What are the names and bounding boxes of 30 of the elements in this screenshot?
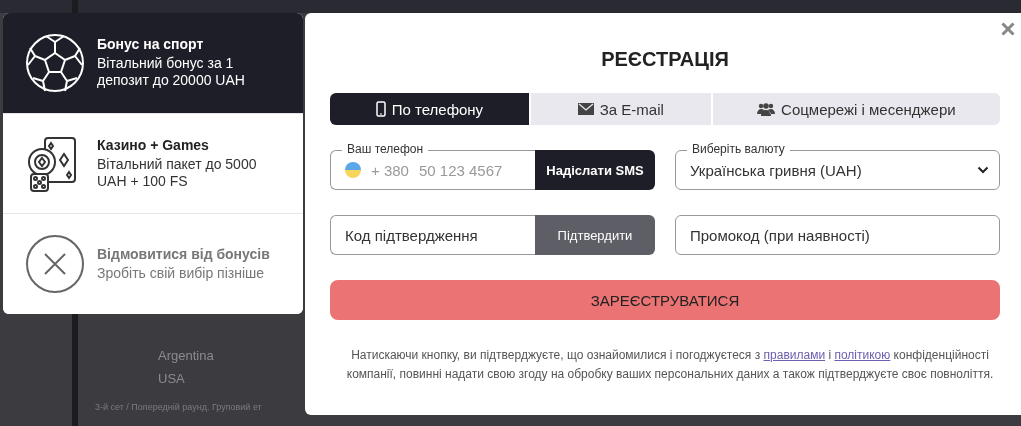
users-icon xyxy=(757,102,776,116)
promo-field[interactable]: Промокод (при наявності) xyxy=(675,215,1000,255)
policy-link[interactable]: політикою xyxy=(834,348,891,362)
close-circle-icon xyxy=(25,234,85,295)
confirm-button[interactable]: Підтвердити xyxy=(535,215,655,255)
team-name: Argentina xyxy=(158,348,214,363)
field-label: Виберіть валюту xyxy=(687,142,790,156)
consent-text: Натискаючи кнопку, ви підтверджуєте, що ознайомилися і погоджуєтеся з правилами і політикою конфіденційності компанії, повинні надати свою згоду на обробку ваших персональних даних а також підтверджуєте своє повноліття. xyxy=(345,347,995,383)
chevron-down-icon xyxy=(977,166,989,174)
tab[interactable]: По телефону xyxy=(330,93,529,125)
soccer-ball-icon xyxy=(25,32,85,93)
envelope-icon xyxy=(577,103,594,115)
bonus-option[interactable]: Бонус на спорт Вітальний бонус за 1 депозит до 20000 UAH xyxy=(3,13,303,114)
bonus-description: Вітальний пакет до 5000 UAH + 100 FS xyxy=(97,156,258,190)
bonus-title: Бонус на спорт xyxy=(97,36,205,53)
bonus-title: Відмовитися від бонусів xyxy=(97,246,271,263)
field-label: Ваш телефон xyxy=(342,142,429,156)
modal-title: РЕЄСТРАЦІЯ xyxy=(600,47,730,71)
register-button[interactable]: ЗАРЕЄСТРУВАТИСЯ xyxy=(330,280,1000,320)
team-name: USA xyxy=(158,371,186,386)
bonus-description: Вітальний бонус за 1 депозит до 20000 UAH xyxy=(97,55,246,90)
bonus-description: Зробіть свій вибір пізніше xyxy=(97,265,266,283)
policy-link[interactable]: правилами xyxy=(763,348,826,362)
flag-icon xyxy=(345,162,361,178)
tab[interactable]: Соцмережі і месенджери xyxy=(710,93,1000,125)
phone-icon xyxy=(375,101,386,117)
send-sms-button[interactable]: Надіслати SMS xyxy=(535,150,655,190)
close-icon[interactable] xyxy=(1001,22,1015,36)
code-field[interactable]: Код підтвердження xyxy=(330,215,535,255)
bonus-title: Казино + Games xyxy=(97,137,210,153)
